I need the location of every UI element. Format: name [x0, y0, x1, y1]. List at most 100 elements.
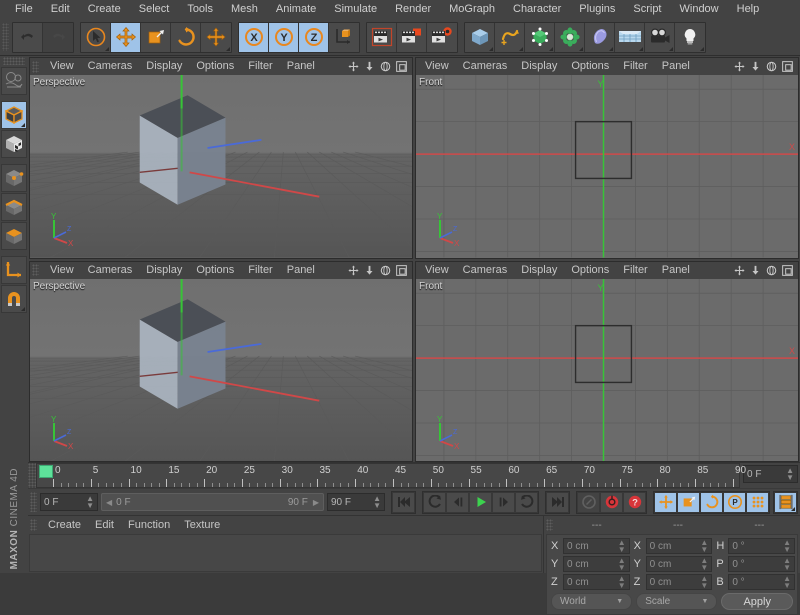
viewport-menu-panel[interactable]: Panel — [655, 58, 697, 75]
dolly-camera-icon[interactable] — [364, 265, 375, 276]
range-left-handle-icon[interactable]: ◀ — [106, 498, 112, 507]
undo-button[interactable] — [13, 22, 43, 52]
scale-tool-button[interactable] — [141, 22, 171, 52]
material-manager-grip[interactable] — [30, 519, 37, 532]
button-dropdown-corner[interactable] — [105, 46, 109, 51]
pan-camera-icon[interactable] — [348, 264, 359, 276]
enable-axis-modification-button[interactable] — [1, 256, 27, 284]
coordinate-mode-dropdown[interactable]: Scale ▼ — [636, 593, 718, 611]
step-back-button[interactable] — [446, 491, 469, 513]
lock-x-button[interactable]: X — [239, 22, 269, 52]
spinner-arrows-icon[interactable]: ▲ ▼ — [700, 539, 708, 554]
viewport-menu-view[interactable]: View — [418, 262, 456, 279]
size-y-field[interactable]: 0 cm ▲ ▼ — [645, 556, 713, 573]
apply-button[interactable]: Apply — [721, 593, 793, 611]
spinner-arrows-icon[interactable]: ▲ ▼ — [700, 557, 708, 572]
record-rotation-button[interactable] — [700, 491, 723, 513]
dolly-camera-icon[interactable] — [750, 61, 761, 72]
position-x-field[interactable]: 0 cm ▲ ▼ — [563, 538, 630, 555]
viewport-menu-view[interactable]: View — [418, 58, 456, 75]
spinner-arrows-icon[interactable]: ▲ ▼ — [700, 575, 708, 590]
button-dropdown-corner[interactable] — [226, 46, 230, 51]
viewport-perspective-top-left[interactable]: View Cameras Display Options Filter Pane… — [29, 57, 413, 259]
play-button[interactable] — [469, 491, 492, 513]
step-forward-button[interactable] — [492, 491, 515, 513]
go-to-end-button[interactable] — [546, 491, 569, 513]
dolly-camera-icon[interactable] — [364, 61, 375, 72]
pan-camera-icon[interactable] — [734, 264, 745, 276]
menu-item-mesh[interactable]: Mesh — [222, 0, 267, 19]
orbit-camera-icon[interactable] — [380, 265, 391, 276]
viewport-menu-cameras[interactable]: Cameras — [456, 262, 515, 279]
menu-item-script[interactable]: Script — [624, 0, 670, 19]
button-dropdown-corner[interactable] — [21, 123, 25, 127]
range-right-handle-icon[interactable]: ▶ — [313, 498, 319, 507]
button-dropdown-corner[interactable] — [519, 46, 523, 51]
viewport-canvas[interactable]: Front X Y Y X Z — [416, 278, 798, 462]
record-point-level-animation-button[interactable] — [746, 491, 769, 513]
spline-pen-button[interactable] — [495, 22, 525, 52]
orbit-camera-icon[interactable] — [380, 61, 391, 72]
live-selection-button[interactable] — [81, 22, 111, 52]
menu-item-tools[interactable]: Tools — [178, 0, 222, 19]
modeling-object-button[interactable] — [555, 22, 585, 52]
scene-object-button[interactable] — [615, 22, 645, 52]
rotation-p-field[interactable]: 0 ° ▲ ▼ — [728, 556, 796, 573]
lock-z-button[interactable]: Z — [299, 22, 329, 52]
menu-item-simulate[interactable]: Simulate — [325, 0, 386, 19]
previous-keyframe-button[interactable] — [423, 491, 446, 513]
spinner-arrows-icon[interactable]: ▲ ▼ — [783, 575, 791, 590]
orbit-camera-icon[interactable] — [766, 61, 777, 72]
edges-mode-button[interactable] — [1, 193, 27, 221]
button-dropdown-corner[interactable] — [579, 46, 583, 51]
viewport-menu-cameras[interactable]: Cameras — [456, 58, 515, 75]
material-menu-create[interactable]: Create — [41, 516, 88, 534]
menu-item-file[interactable]: File — [6, 0, 42, 19]
timeline-frame-field[interactable]: 0 F ▲ ▼ — [743, 465, 798, 484]
menu-item-select[interactable]: Select — [130, 0, 179, 19]
viewport-menu-filter[interactable]: Filter — [241, 58, 279, 75]
position-z-field[interactable]: 0 cm ▲ ▼ — [563, 574, 630, 591]
render-view-button[interactable] — [367, 22, 397, 52]
menu-item-render[interactable]: Render — [386, 0, 440, 19]
rotate-tool-button[interactable] — [171, 22, 201, 52]
preview-end-field[interactable]: 90 F ▲ ▼ — [327, 493, 385, 512]
left-toolbar-grip[interactable] — [3, 57, 25, 65]
menu-item-create[interactable]: Create — [79, 0, 130, 19]
spinner-arrows-icon[interactable]: ▲ ▼ — [618, 557, 626, 572]
coordinate-system-button[interactable] — [329, 22, 359, 52]
autokeying-button[interactable] — [577, 491, 600, 513]
viewport-perspective-bottom-left[interactable]: View Cameras Display Options Filter Pane… — [29, 260, 413, 463]
menu-item-animate[interactable]: Animate — [267, 0, 325, 19]
menu-item-help[interactable]: Help — [728, 0, 769, 19]
timeline-ruler[interactable]: 0 5 10 15 20 25 30 35 40 45 50 55 60 65 70 75 80 85 90 — [36, 463, 746, 489]
spinner-arrows-icon[interactable]: ▲ ▼ — [373, 495, 381, 510]
render-to-picture-viewer-button[interactable] — [397, 22, 427, 52]
material-menu-function[interactable]: Function — [121, 516, 177, 534]
menu-item-edit[interactable]: Edit — [42, 0, 79, 19]
viewport-menu-panel[interactable]: Panel — [280, 58, 322, 75]
viewport-menu-cameras[interactable]: Cameras — [81, 262, 140, 279]
texture-mode-button[interactable] — [1, 130, 27, 158]
deformer-button[interactable] — [585, 22, 615, 52]
spinner-arrows-icon[interactable]: ▲ ▼ — [786, 467, 794, 482]
viewport-canvas[interactable]: Perspective Y X Z — [30, 75, 412, 258]
viewport-menu-display[interactable]: Display — [139, 262, 189, 279]
pan-camera-icon[interactable] — [348, 61, 359, 72]
viewport-menu-options[interactable]: Options — [189, 262, 241, 279]
add-cube-button[interactable] — [465, 22, 495, 52]
viewport-grip[interactable] — [32, 60, 39, 73]
spinner-arrows-icon[interactable]: ▲ ▼ — [86, 495, 94, 510]
button-dropdown-corner[interactable] — [609, 46, 613, 51]
chevron-down-icon[interactable]: ▼ — [702, 598, 709, 605]
menu-item-character[interactable]: Character — [504, 0, 570, 19]
viewport-canvas[interactable]: Perspective Y X Z — [30, 278, 412, 462]
pan-camera-icon[interactable] — [734, 61, 745, 72]
maximize-viewport-icon[interactable] — [782, 61, 793, 72]
record-scale-button[interactable] — [677, 491, 700, 513]
snap-settings-button[interactable] — [1, 285, 27, 313]
viewport-menu-filter[interactable]: Filter — [616, 262, 654, 279]
coordinates-grip[interactable] — [546, 519, 553, 532]
viewport-menu-display[interactable]: Display — [514, 262, 564, 279]
generator-button[interactable] — [525, 22, 555, 52]
